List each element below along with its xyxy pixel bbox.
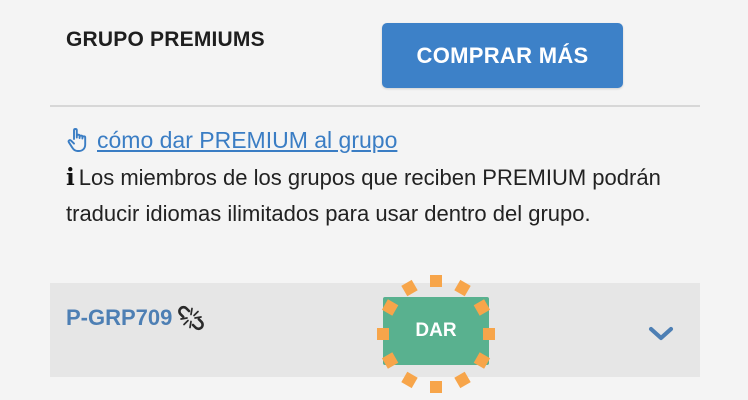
howto-give-premium-link[interactable]: cómo dar PREMIUM al grupo	[97, 127, 397, 154]
buy-more-button[interactable]: COMPRAR MÁS	[382, 23, 623, 88]
group-premiums-header: GRUPO PREMIUMS COMPRAR MÁS	[0, 0, 748, 106]
divider	[50, 105, 700, 107]
give-premium-button[interactable]: DAR	[383, 297, 489, 365]
info-text: Los miembros de los grupos que reciben P…	[66, 165, 661, 226]
premium-code: P-GRP709	[66, 305, 205, 331]
page-title: GRUPO PREMIUMS	[66, 28, 265, 51]
chevron-down-icon[interactable]	[647, 323, 675, 345]
info-message: i Los miembros de los grupos que reciben …	[66, 160, 696, 232]
unlink-icon	[178, 305, 205, 331]
howto-link-row[interactable]: cómo dar PREMIUM al grupo	[66, 124, 397, 156]
premium-row: P-GRP709 DAR	[50, 275, 700, 393]
info-icon: i	[66, 164, 75, 191]
hand-pointer-icon	[67, 128, 87, 152]
premium-code-text: P-GRP709	[66, 305, 173, 330]
